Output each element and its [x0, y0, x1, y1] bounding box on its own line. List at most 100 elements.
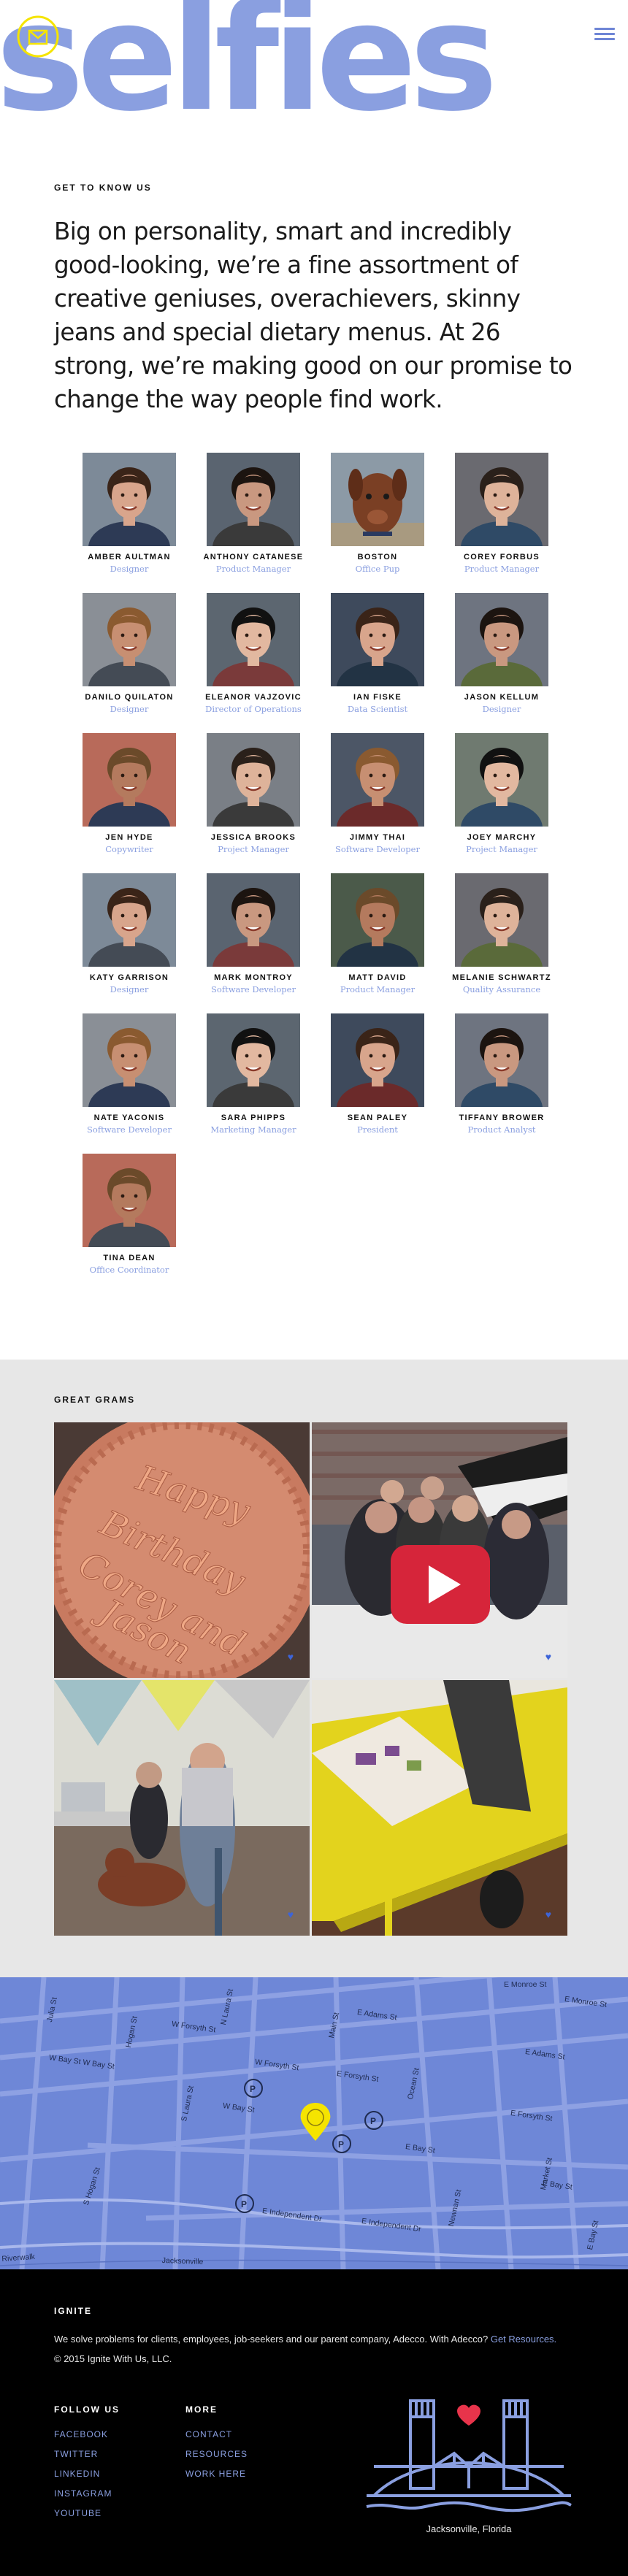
team-member-role: Product Manager — [340, 984, 416, 994]
youtube-link[interactable]: YOUTUBE — [54, 2508, 185, 2518]
svg-text:P: P — [370, 2116, 376, 2126]
map-street-label: Jacksonville — [161, 2256, 204, 2266]
team-member-role: Copywriter — [105, 844, 153, 854]
team-member-photo — [331, 873, 424, 967]
follow-us-column: FOLLOW US FACEBOOK TWITTER LINKEDIN INST… — [54, 2404, 185, 2528]
team-member-role: President — [357, 1124, 398, 1135]
team-member-card: KATY GARRISON Designer — [67, 873, 191, 994]
team-member-name: JEN HYDE — [105, 833, 153, 842]
team-member-card: TINA DEAN Office Coordinator — [67, 1154, 191, 1275]
about-lead: Big on personality, smart and incredibly… — [54, 218, 573, 413]
team-member-role: Quality Assurance — [462, 984, 541, 994]
team-member-card: BOSTON Office Pup — [315, 453, 440, 574]
team-member-card: IAN FISKE Data Scientist — [315, 593, 440, 714]
team-member-card: SEAN PALEY President — [315, 1013, 440, 1135]
hero-word: selfies — [0, 0, 498, 145]
team-member-photo — [455, 453, 548, 546]
resources-link[interactable]: RESOURCES — [185, 2449, 317, 2459]
team-member-card: JASON KELLUM Designer — [440, 593, 564, 714]
follow-us-title: FOLLOW US — [54, 2404, 120, 2415]
team-member-photo — [331, 453, 424, 546]
team-member-role: Office Pup — [355, 564, 400, 574]
team-member-role: Software Developer — [335, 844, 420, 854]
footer-columns: FOLLOW US FACEBOOK TWITTER LINKEDIN INST… — [54, 2404, 317, 2528]
team-grid: AMBER AULTMAN Designer ANTHONY CATANESE Pro… — [0, 416, 628, 1275]
map-street-label: E Monroe St — [504, 1980, 547, 1989]
footer-copyright: © 2015 Ignite With Us, LLC. — [54, 2353, 172, 2364]
get-resources-link[interactable]: Get Resources. — [491, 2334, 556, 2345]
team-member-photo — [83, 453, 176, 546]
team-member-photo — [83, 1154, 176, 1247]
location-map[interactable]: PPPP E Monroe St Julia St W Forsyth St H… — [0, 1977, 628, 2269]
team-member-name: IAN FISKE — [353, 693, 402, 702]
team-member-role: Office Coordinator — [89, 1265, 169, 1275]
mail-location-badge-icon[interactable] — [16, 15, 60, 58]
team-member-photo — [455, 593, 548, 686]
map-canvas: P P P P — [0, 1977, 628, 2269]
gram-youtube-team[interactable]: ♥ — [312, 1422, 567, 1678]
team-member-name: NATE YACONIS — [93, 1113, 165, 1122]
gram-image — [54, 1680, 310, 1936]
footer-location: Jacksonville, Florida — [426, 2523, 512, 2534]
team-member-role: Designer — [110, 984, 149, 994]
team-member-photo — [207, 453, 300, 546]
instagram-link[interactable]: INSTAGRAM — [54, 2488, 185, 2499]
team-member-role: Software Developer — [211, 984, 296, 994]
heart-icon[interactable]: ♥ — [545, 1909, 551, 1920]
team-member-role: Project Manager — [218, 844, 289, 854]
team-member-photo — [207, 1013, 300, 1107]
team-member-role: Designer — [110, 704, 149, 714]
team-member-photo — [83, 1013, 176, 1107]
gram-image — [312, 1422, 567, 1678]
team-member-card: JESSICA BROOKS Project Manager — [191, 733, 315, 854]
team-member-photo — [331, 1013, 424, 1107]
heart-icon[interactable]: ♥ — [545, 1652, 551, 1662]
gram-birthday-cake[interactable]: Happy Birthday Corey and Jason ♥ — [54, 1422, 310, 1678]
hamburger-menu-icon[interactable] — [594, 28, 615, 45]
team-member-card: ANTHONY CATANESE Product Manager — [191, 453, 315, 574]
team-member-name: MARK MONTROY — [214, 973, 293, 982]
team-member-role: Product Analyst — [467, 1124, 536, 1135]
team-member-photo — [331, 733, 424, 827]
team-member-name: SARA PHIPPS — [221, 1113, 286, 1122]
heart-icon[interactable]: ♥ — [288, 1909, 294, 1920]
about-section: GET TO KNOW US Big on personality, smart… — [0, 146, 628, 416]
about-eyebrow: GET TO KNOW US — [54, 183, 152, 193]
team-member-card: JEN HYDE Copywriter — [67, 733, 191, 854]
team-member-card: AMBER AULTMAN Designer — [67, 453, 191, 574]
team-member-photo — [207, 733, 300, 827]
svg-text:P: P — [338, 2139, 344, 2150]
team-member-name: TINA DEAN — [103, 1254, 156, 1262]
team-member-name: JESSICA BROOKS — [210, 833, 296, 842]
team-member-card: NATE YACONIS Software Developer — [67, 1013, 191, 1135]
team-member-photo — [455, 1013, 548, 1107]
work-here-link[interactable]: WORK HERE — [185, 2469, 317, 2479]
team-member-card: ELEANOR VAJZOVIC Director of Operations — [191, 593, 315, 714]
facebook-link[interactable]: FACEBOOK — [54, 2429, 185, 2439]
team-member-photo — [331, 593, 424, 686]
contact-link[interactable]: CONTACT — [185, 2429, 317, 2439]
team-member-role: Project Manager — [466, 844, 537, 854]
team-member-name: KATY GARRISON — [89, 973, 169, 982]
team-member-card: TIFFANY BROWER Product Analyst — [440, 1013, 564, 1135]
team-member-name: MATT DAVID — [348, 973, 407, 982]
gram-yellow-table[interactable]: ♥ — [312, 1680, 567, 1936]
team-member-name: ELEANOR VAJZOVIC — [205, 693, 302, 702]
team-member-role: Data Scientist — [347, 704, 408, 714]
linkedin-link[interactable]: LINKEDIN — [54, 2469, 185, 2479]
jacksonville-bridge-icon — [366, 2399, 572, 2512]
gram-office-dog[interactable]: ♥ — [54, 1680, 310, 1936]
team-member-photo — [83, 733, 176, 827]
team-member-card: JOEY MARCHY Project Manager — [440, 733, 564, 854]
grams-title: GREAT GRAMS — [54, 1395, 136, 1405]
team-member-name: ANTHONY CATANESE — [203, 553, 304, 561]
map-pin-icon[interactable] — [300, 2103, 331, 2141]
team-member-name: JASON KELLUM — [464, 693, 540, 702]
more-title: MORE — [185, 2404, 218, 2415]
team-member-role: Director of Operations — [205, 704, 302, 714]
team-member-name: TIFFANY BROWER — [459, 1113, 545, 1122]
team-member-card: MARK MONTROY Software Developer — [191, 873, 315, 994]
heart-icon[interactable]: ♥ — [288, 1652, 294, 1662]
twitter-link[interactable]: TWITTER — [54, 2449, 185, 2459]
team-member-card: DANILO QUILATON Designer — [67, 593, 191, 714]
